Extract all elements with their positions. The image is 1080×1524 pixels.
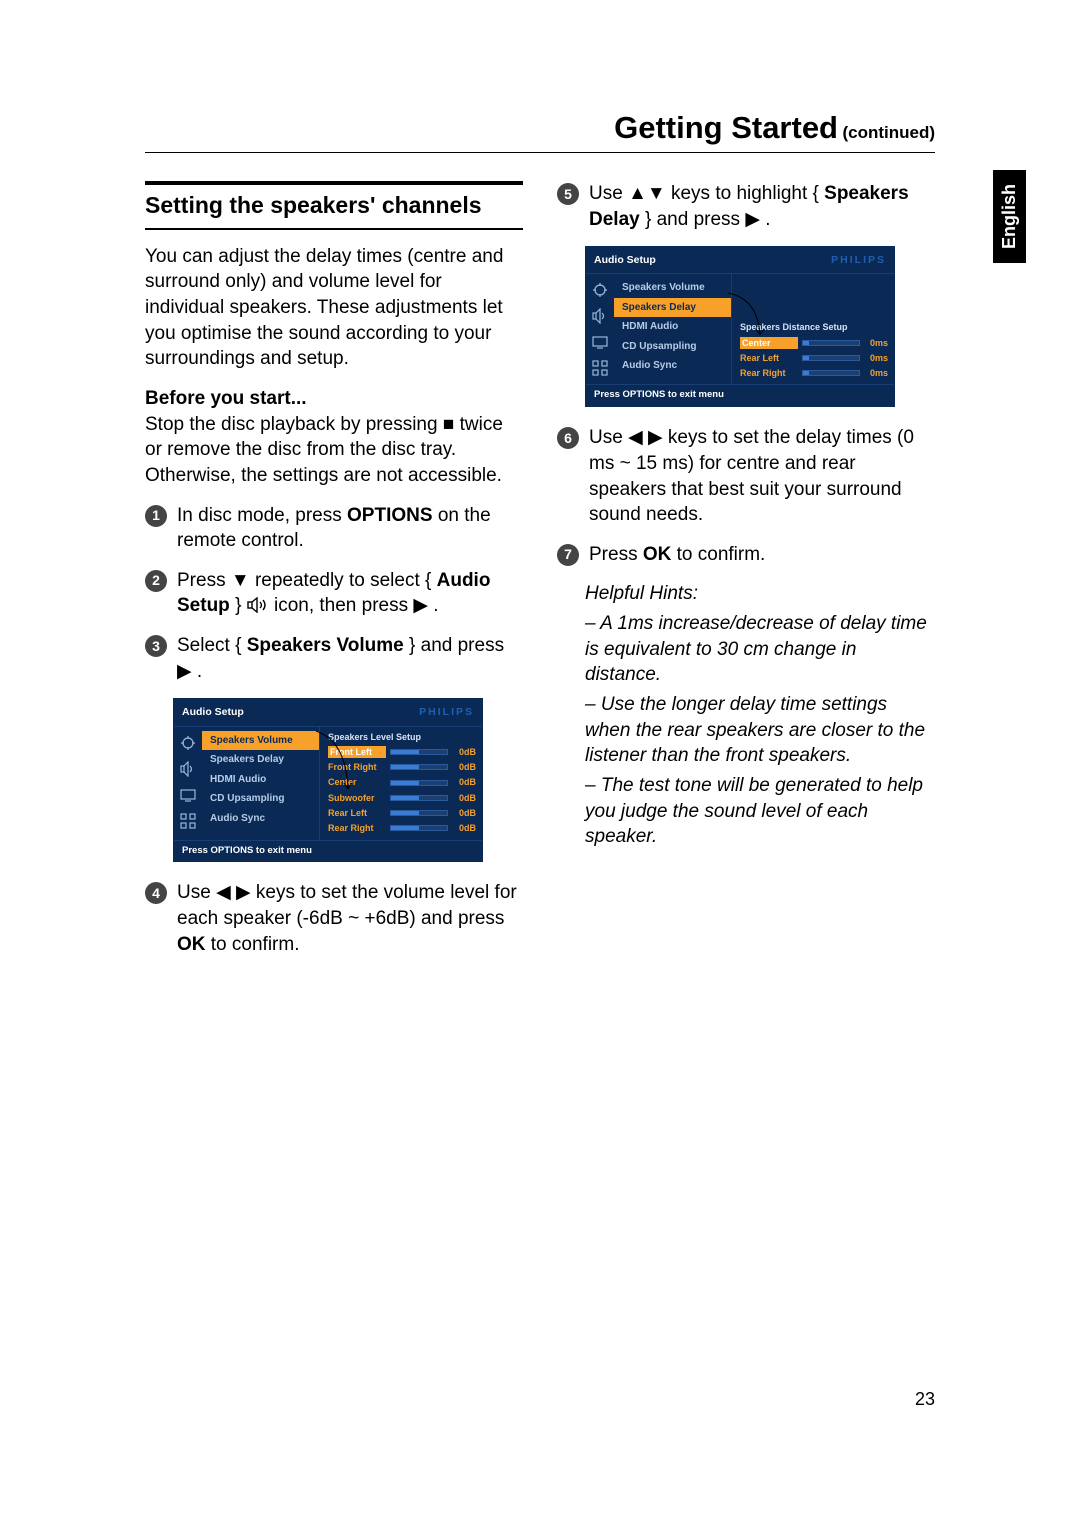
osd-row: Subwoofer0dB <box>328 792 476 804</box>
general-icon <box>592 282 608 298</box>
left-icon: ◀ <box>216 882 231 903</box>
intro-paragraph: You can adjust the delay times (centre a… <box>145 244 523 372</box>
osd-menu-item: HDMI Audio <box>202 770 319 790</box>
right-icon: ▶ <box>177 661 192 682</box>
right-icon: ▶ <box>648 427 663 448</box>
step-bullet: 2 <box>145 570 167 592</box>
step-bullet: 6 <box>557 427 579 449</box>
callout-arrow-icon <box>724 293 758 294</box>
preference-icon <box>180 813 196 829</box>
before-you-start: Before you start... Stop the disc playba… <box>145 386 523 489</box>
before-heading: Before you start... <box>145 388 307 409</box>
hint-item: – Use the longer delay time settings whe… <box>585 692 935 769</box>
section-rule-top <box>145 181 523 185</box>
step-7: 7 Press OK to confirm. <box>557 542 935 568</box>
hints-heading: Helpful Hints: <box>585 581 935 607</box>
left-icon: ◀ <box>628 427 643 448</box>
hint-item: – A 1ms increase/decrease of delay time … <box>585 611 935 688</box>
page-number: 23 <box>915 1389 935 1410</box>
step-bullet: 4 <box>145 882 167 904</box>
audio-icon <box>180 761 196 777</box>
hint-item: – The test tone will be generated to hel… <box>585 773 935 850</box>
osd-row: Rear Left0ms <box>740 352 888 364</box>
running-header: Getting Started (continued) <box>145 110 935 161</box>
section-rule-bottom <box>145 228 523 230</box>
step-bullet: 1 <box>145 505 167 527</box>
osd-menu-item: Speakers Delay <box>614 298 731 318</box>
osd-speakers-volume: Audio Setup PHILIPS Speakers Volume Spea… <box>173 698 483 862</box>
helpful-hints: Helpful Hints: – A 1ms increase/decrease… <box>585 581 935 849</box>
page-title: Getting Started <box>614 110 838 145</box>
osd-row: Rear Right0dB <box>328 822 476 834</box>
right-icon: ▶ <box>236 882 251 903</box>
osd-row: Rear Left0dB <box>328 807 476 819</box>
right-column: 5 Use ▲▼ keys to highlight { Speakers De… <box>557 181 935 971</box>
osd-speakers-delay: Audio Setup PHILIPS Speakers Volume Spea… <box>585 246 895 407</box>
section-title: Setting the speakers' channels <box>145 191 523 220</box>
language-tab: English <box>993 170 1026 263</box>
osd-menu-item: Speakers Volume <box>202 731 319 751</box>
audio-icon <box>592 308 608 324</box>
step-6: 6 Use ◀ ▶ keys to set the delay times (0… <box>557 425 935 528</box>
osd-menu-item: Speakers Delay <box>202 750 319 770</box>
stop-icon: ■ <box>443 414 454 435</box>
down-icon: ▼ <box>231 570 250 591</box>
brand-logo: PHILIPS <box>831 253 886 267</box>
osd-menu-item: Audio Sync <box>202 809 319 829</box>
right-icon: ▶ <box>745 209 760 230</box>
osd-menu: Speakers Volume Speakers Delay HDMI Audi… <box>202 727 320 840</box>
osd-footer: Press OPTIONS to exit menu <box>586 384 894 406</box>
page: Getting Started (continued) Setting the … <box>145 110 935 1410</box>
step-bullet: 7 <box>557 544 579 566</box>
preference-icon <box>592 360 608 376</box>
osd-row: Rear Right0ms <box>740 367 888 379</box>
brand-logo: PHILIPS <box>419 705 474 719</box>
video-icon <box>592 334 608 350</box>
page-title-continued: (continued) <box>842 123 935 142</box>
osd-title: Audio Setup <box>594 253 656 267</box>
speaker-icon <box>247 595 269 611</box>
osd-icon-rail <box>174 727 202 840</box>
general-icon <box>180 735 196 751</box>
osd-footer: Press OPTIONS to exit menu <box>174 840 482 862</box>
osd-menu-item: CD Upsampling <box>202 789 319 809</box>
osd-menu-item: Speakers Volume <box>614 278 731 298</box>
step-5: 5 Use ▲▼ keys to highlight { Speakers De… <box>557 181 935 232</box>
osd-menu-item: CD Upsampling <box>614 337 731 357</box>
step-2: 2 Press ▼ repeatedly to select { Audio S… <box>145 568 523 619</box>
step-1: 1 In disc mode, press OPTIONS on the rem… <box>145 503 523 554</box>
step-bullet: 5 <box>557 183 579 205</box>
osd-menu: Speakers Volume Speakers Delay HDMI Audi… <box>614 274 732 384</box>
callout-arrow-icon <box>312 731 346 732</box>
up-icon: ▲ <box>628 183 647 204</box>
video-icon <box>180 787 196 803</box>
osd-icon-rail <box>586 274 614 384</box>
header-rule <box>145 152 935 153</box>
osd-menu-item: Audio Sync <box>614 356 731 376</box>
step-4: 4 Use ◀ ▶ keys to set the volume level f… <box>145 880 523 957</box>
left-column: Setting the speakers' channels You can a… <box>145 181 523 971</box>
right-icon: ▶ <box>413 595 428 616</box>
osd-title: Audio Setup <box>182 705 244 719</box>
osd-menu-item: HDMI Audio <box>614 317 731 337</box>
osd-row: Center0ms <box>740 337 888 349</box>
down-icon: ▼ <box>647 183 666 204</box>
step-3: 3 Select { Speakers Volume } and press ▶… <box>145 633 523 684</box>
step-bullet: 3 <box>145 635 167 657</box>
